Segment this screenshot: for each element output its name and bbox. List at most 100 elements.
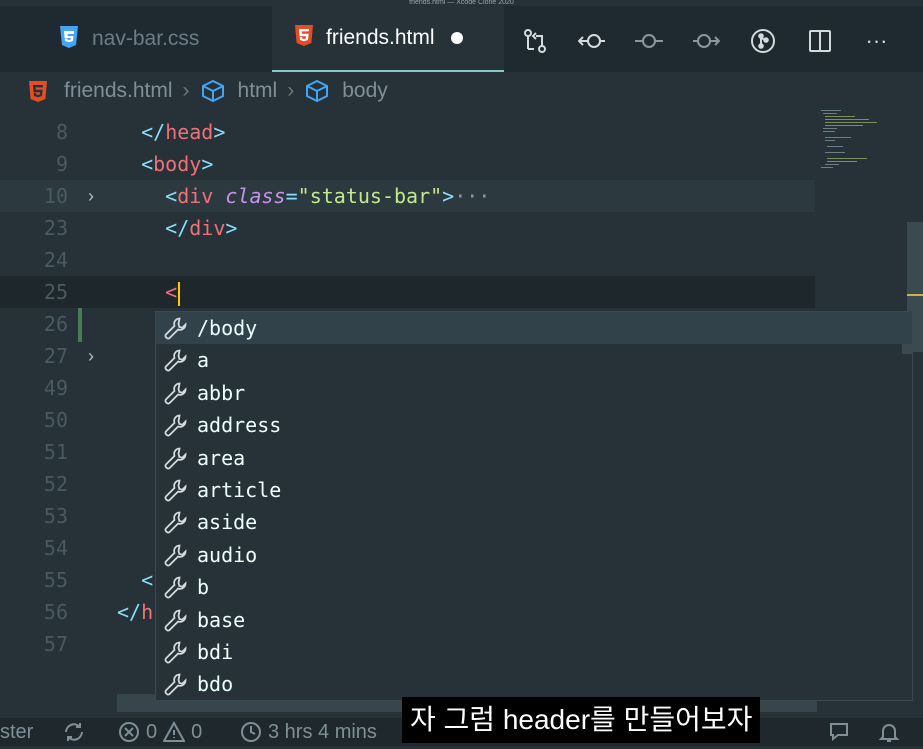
token: class bbox=[225, 184, 286, 208]
token: < bbox=[141, 152, 154, 176]
token: head bbox=[165, 120, 214, 144]
token: = bbox=[285, 184, 298, 208]
tab-label: friends.html bbox=[326, 26, 435, 49]
wrench-icon bbox=[161, 315, 191, 341]
token: < bbox=[141, 568, 154, 592]
token: > bbox=[442, 184, 455, 208]
minimap-line bbox=[825, 122, 877, 123]
suggestion-item[interactable]: a bbox=[156, 344, 912, 376]
suggestion-item[interactable]: /body bbox=[156, 312, 912, 344]
feedback-icon[interactable] bbox=[828, 718, 852, 746]
suggest-widget: /body a abbr address area article aside audio b b… bbox=[155, 311, 913, 701]
line-number: 8 bbox=[55, 120, 68, 144]
suggestion-label: b bbox=[197, 575, 210, 600]
suggestion-item[interactable]: aside bbox=[156, 506, 912, 538]
code-line[interactable]: 10 › <div class="status-bar">··· bbox=[0, 180, 815, 212]
go-forward-icon[interactable] bbox=[691, 26, 720, 55]
suggestion-item[interactable]: area bbox=[156, 442, 912, 474]
scrollbar-cursor-marker bbox=[907, 294, 923, 296]
breadcrumb-body[interactable]: body bbox=[304, 79, 388, 103]
suggestion-label: article bbox=[197, 478, 282, 502]
suggestion-label: /body bbox=[197, 316, 258, 340]
code-line[interactable]: 8 </head> bbox=[0, 116, 815, 148]
minimap-line bbox=[823, 131, 835, 132]
coding-time: 3 hrs 4 mins bbox=[268, 721, 377, 743]
unsaved-dot-icon[interactable] bbox=[450, 32, 463, 44]
suggestion-item[interactable]: article bbox=[156, 474, 912, 506]
wrench-icon bbox=[161, 380, 191, 406]
suggestion-item[interactable]: address bbox=[156, 409, 912, 441]
breadcrumb-body-label: body bbox=[342, 79, 388, 102]
token: h bbox=[141, 600, 154, 624]
breadcrumb-file[interactable]: friends.html bbox=[28, 79, 173, 103]
wrench-icon bbox=[161, 445, 191, 471]
code-line[interactable]: 24 bbox=[0, 244, 815, 276]
source-control-icon[interactable] bbox=[520, 26, 549, 55]
split-editor-icon[interactable] bbox=[805, 26, 834, 55]
video-subtitle: 자 그럼 header를 만들어보자 bbox=[402, 697, 761, 743]
suggestion-item[interactable]: bdo bbox=[156, 668, 912, 700]
problems-indicator[interactable]: 0 0 bbox=[118, 718, 202, 746]
breadcrumb: friends.html › html › body bbox=[28, 76, 388, 106]
warning-count: 0 bbox=[191, 721, 203, 743]
minimap-line bbox=[823, 113, 837, 114]
suggestion-item[interactable]: b bbox=[156, 571, 912, 603]
wakatime-status[interactable]: 3 hrs 4 mins bbox=[240, 718, 377, 746]
git-graph-icon[interactable] bbox=[748, 26, 777, 55]
minimap-line bbox=[827, 158, 867, 159]
error-count: 0 bbox=[146, 721, 158, 743]
text-cursor bbox=[178, 281, 181, 306]
branch-label[interactable]: ster bbox=[0, 718, 33, 746]
error-icon bbox=[119, 722, 139, 742]
notifications-bell-icon[interactable] bbox=[878, 718, 900, 746]
wrench-icon bbox=[161, 347, 191, 373]
wrench-icon bbox=[161, 639, 191, 665]
tab-friends-html[interactable]: friends.html bbox=[272, 6, 504, 72]
code-text: < bbox=[117, 276, 181, 308]
line-number: 56 bbox=[43, 600, 68, 624]
breadcrumb-file-label: friends.html bbox=[64, 79, 173, 102]
sync-icon[interactable] bbox=[62, 718, 86, 746]
fold-chevron-icon[interactable]: › bbox=[88, 340, 94, 372]
line-number: 26 bbox=[43, 312, 68, 336]
code-line[interactable]: 25 < bbox=[0, 276, 815, 308]
token: </ bbox=[141, 120, 166, 144]
token: > bbox=[213, 120, 226, 144]
fold-chevron-icon[interactable]: › bbox=[88, 180, 94, 212]
suggestion-label: abbr bbox=[197, 380, 246, 405]
wrench-icon bbox=[161, 412, 191, 438]
tab-nav-bar-css[interactable]: nav-bar.css bbox=[58, 6, 199, 72]
more-icon[interactable]: ··· bbox=[862, 26, 891, 55]
suggestion-item[interactable]: abbr bbox=[156, 377, 912, 409]
minimap-line bbox=[825, 125, 863, 126]
wrench-icon bbox=[161, 574, 191, 600]
token: </ bbox=[165, 216, 190, 240]
html5-icon bbox=[294, 24, 314, 52]
code-line[interactable]: 23 </div> bbox=[0, 212, 815, 244]
minimap-line bbox=[823, 128, 837, 129]
tab-bar: nav-bar.css friends.html ··· bbox=[0, 6, 923, 72]
code-line[interactable]: 9 <body> bbox=[0, 148, 815, 180]
code-text: </div> bbox=[117, 212, 237, 244]
line-number: 54 bbox=[43, 536, 68, 560]
code-text: <body> bbox=[117, 148, 213, 180]
suggestion-item[interactable]: audio bbox=[156, 539, 912, 571]
breadcrumb-html[interactable]: html bbox=[200, 79, 277, 103]
wrench-icon bbox=[161, 477, 191, 503]
suggestion-label: area bbox=[197, 445, 246, 470]
minimap[interactable] bbox=[815, 110, 910, 230]
suggestion-item[interactable]: base bbox=[156, 604, 912, 636]
timeline-icon[interactable] bbox=[634, 26, 663, 55]
line-number: 50 bbox=[43, 408, 68, 432]
editor-actions: ··· bbox=[520, 26, 919, 55]
suggestion-item[interactable]: bdi bbox=[156, 636, 912, 668]
go-back-icon[interactable] bbox=[577, 26, 606, 55]
token: </ bbox=[117, 600, 142, 624]
minimap-line bbox=[827, 161, 857, 162]
code-text: <div class="status-bar">··· bbox=[117, 180, 490, 212]
line-number: 52 bbox=[43, 472, 68, 496]
line-number: 27 bbox=[43, 344, 68, 368]
